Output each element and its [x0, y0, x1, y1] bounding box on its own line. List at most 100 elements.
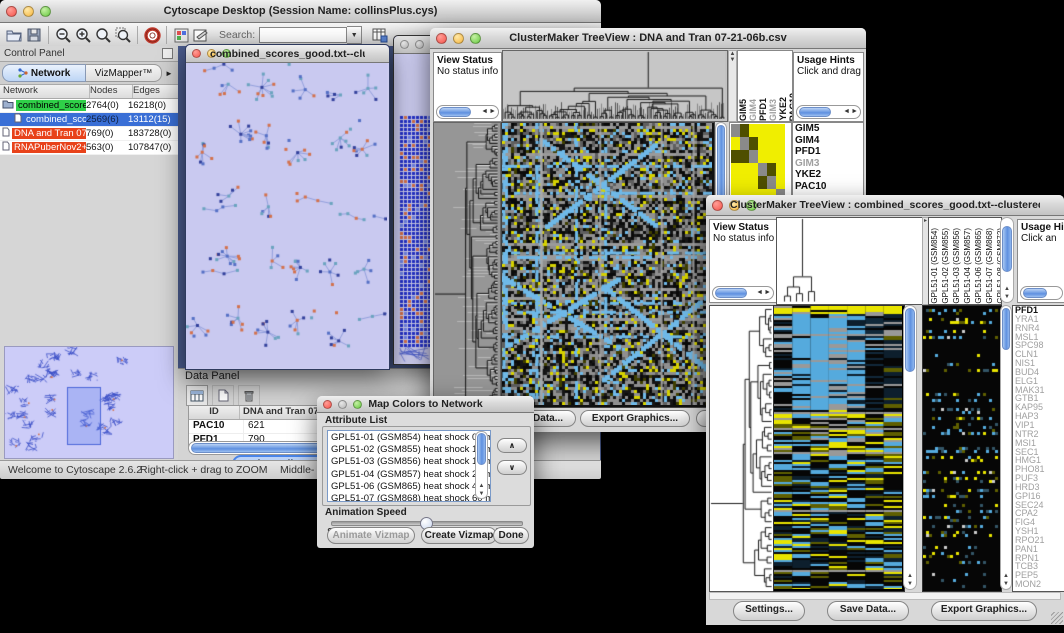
attribute-listbox[interactable]: GPL51-01 (GSM854) heat shock 05 minGPL51… — [327, 430, 491, 502]
delete-attribute-icon[interactable] — [238, 385, 260, 406]
zoom-fit-icon[interactable] — [93, 26, 113, 45]
tv2-heatmap-vscrollbar[interactable]: ▲ ▼ — [903, 305, 917, 590]
float-panel-icon[interactable] — [162, 48, 173, 59]
treeview1-titlebar[interactable]: ClusterMaker TreeView : DNA and Tran 07-… — [430, 28, 866, 49]
column-label[interactable]: GPL51-01 (GSM854) — [930, 228, 940, 304]
open-file-icon[interactable] — [4, 26, 24, 45]
annotation-icon[interactable] — [191, 26, 211, 45]
tv1-gene-dendrogram[interactable] — [434, 123, 498, 405]
column-label[interactable]: GPL51-07 (GSM868) — [985, 228, 995, 304]
close-icon[interactable] — [192, 49, 201, 58]
scroll-right-icon[interactable]: ► — [489, 108, 496, 115]
scroll-down-icon[interactable]: ▼ — [1003, 581, 1009, 587]
close-icon[interactable] — [6, 6, 17, 17]
tv1-label-scroll-strip[interactable]: ▲ ▼ — [728, 50, 737, 122]
column-label[interactable]: GPL51-04 (GSM857) — [963, 228, 973, 304]
close-icon[interactable] — [712, 200, 723, 211]
new-attribute-icon[interactable] — [212, 385, 234, 406]
scroll-left-icon[interactable]: ◄ — [843, 108, 850, 115]
tv2-status-scrollbar[interactable]: ◄► — [712, 286, 774, 300]
attribute-list-item[interactable]: GPL51-03 (GSM856) heat shock 15 min — [331, 456, 490, 468]
gene-label[interactable]: MON2 — [1013, 580, 1064, 589]
attribute-list-vscrollbar[interactable]: ▲ ▼ — [475, 431, 488, 499]
zoom-out-icon[interactable] — [53, 26, 73, 45]
settings-button[interactable]: Settings... — [733, 601, 805, 621]
scroll-right-icon[interactable]: ► — [851, 108, 858, 115]
column-label[interactable]: YKE2 — [779, 97, 788, 121]
animation-slider[interactable] — [331, 521, 523, 526]
attribute-list-item[interactable]: GPL51-01 (GSM854) heat shock 05 min — [331, 432, 490, 444]
help-lifebuoy-icon[interactable] — [142, 26, 162, 45]
search-dropdown-button[interactable]: ▼ — [347, 26, 362, 44]
tv1-column-dendrogram[interactable] — [503, 51, 725, 119]
network-list-row[interactable]: combined_sco2569(6)13112(15) — [0, 113, 178, 127]
close-icon[interactable] — [436, 33, 447, 44]
network-overview-canvas[interactable] — [5, 347, 173, 456]
export-graphics-button[interactable]: Export Graphics... — [931, 601, 1037, 621]
scroll-down-icon[interactable]: ▼ — [729, 57, 736, 63]
attribute-list-item[interactable]: GPL51-07 (GSM868) heat shock 60 min — [331, 493, 490, 502]
scroll-up-icon[interactable]: ▲ — [1003, 573, 1009, 579]
import-table-icon[interactable] — [370, 26, 390, 45]
column-label[interactable]: GIM3 — [769, 99, 778, 121]
tv2-genelist-vscrollbar[interactable]: ▲ ▼ — [1000, 305, 1012, 590]
tab-vizmapper[interactable]: VizMapper™ — [86, 64, 162, 82]
save-data-button[interactable]: Save Data... — [827, 601, 909, 621]
tv1-heatmap[interactable] — [502, 123, 712, 405]
search-input[interactable] — [259, 27, 347, 43]
dialog-titlebar[interactable]: Map Colors to Network — [317, 396, 534, 413]
tv2-gene-dendrogram[interactable] — [710, 306, 772, 589]
close-icon[interactable] — [400, 40, 409, 49]
gene-label[interactable]: GIM3 — [793, 158, 863, 170]
column-label[interactable]: GIM5 — [739, 99, 748, 121]
attribute-list-item[interactable]: GPL51-06 (GSM865) heat shock 40 min — [331, 481, 490, 493]
tv2-zoom-heatmap[interactable] — [923, 306, 999, 589]
gene-label[interactable]: PFD1 — [793, 146, 863, 158]
scroll-down-icon[interactable]: ▼ — [907, 581, 913, 587]
network1-titlebar[interactable]: combined_scores_good.txt--cluste... — [186, 45, 389, 63]
scroll-up-icon[interactable]: ▲ — [907, 573, 913, 579]
scroll-down-icon[interactable]: ▼ — [1004, 294, 1010, 300]
tv2-heatmap[interactable] — [774, 306, 902, 589]
attribute-list-item[interactable]: GPL51-04 (GSM857) heat shock 20 min — [331, 469, 490, 481]
network1-canvas[interactable] — [186, 63, 387, 368]
save-icon[interactable] — [24, 26, 44, 45]
attribute-down-button[interactable]: ∨ — [497, 460, 527, 475]
scroll-left-icon[interactable]: ◄ — [481, 108, 488, 115]
column-label[interactable]: PFD1 — [759, 98, 768, 121]
tv1-status-scrollbar[interactable]: ◄► — [436, 105, 499, 119]
column-label[interactable]: GPL51-06 (GSM865) — [974, 228, 984, 304]
attribute-select-icon[interactable] — [186, 385, 208, 406]
column-label[interactable]: GPL51-02 (GSM855) — [941, 228, 951, 304]
zoom-in-icon[interactable] — [73, 26, 93, 45]
tab-overflow-arrow[interactable]: ► — [162, 69, 176, 78]
network-list-row[interactable]: DNA and Tran 07769(0)183728(0) — [0, 127, 178, 141]
attribute-list-item[interactable]: GPL51-02 (GSM855) heat shock 10 min — [331, 444, 490, 456]
scroll-down-icon[interactable]: ▼ — [479, 491, 485, 497]
tv2-column-dendrogram[interactable] — [777, 218, 921, 302]
tv1-zoom-heatmap[interactable] — [731, 124, 785, 202]
gene-label[interactable]: YKE2 — [793, 169, 863, 181]
scroll-left-icon[interactable]: ◄ — [756, 289, 763, 296]
animate-vizmap-button[interactable]: Animate Vizmap — [327, 527, 415, 544]
network-list-row[interactable]: combined_scores2764(0)16218(0) — [0, 99, 178, 113]
gene-label[interactable]: GIM5 — [793, 123, 863, 135]
close-icon[interactable] — [323, 400, 332, 409]
column-label[interactable]: GIM4 — [749, 99, 758, 121]
gene-label[interactable]: PAC10 — [793, 181, 863, 193]
network-list-row[interactable]: RNAPuberNov2+563(0)107847(0) — [0, 141, 178, 155]
export-graphics-button[interactable]: Export Graphics... — [580, 410, 690, 427]
minimize-icon[interactable] — [415, 40, 424, 49]
scroll-up-icon[interactable]: ▲ — [1004, 286, 1010, 292]
zoom-selected-icon[interactable] — [113, 26, 133, 45]
attribute-up-button[interactable]: ∧ — [497, 438, 527, 453]
done-button[interactable]: Done — [493, 527, 529, 544]
tv1-usage-scrollbar[interactable]: ◄► — [796, 105, 861, 119]
scroll-right-icon[interactable]: ► — [764, 289, 771, 296]
gene-label[interactable]: GIM4 — [793, 135, 863, 147]
tv2-collabel-vscrollbar[interactable]: ▲ ▼ — [1000, 217, 1014, 303]
scroll-up-icon[interactable]: ▲ — [479, 483, 485, 489]
create-vizmap-button[interactable]: Create Vizmap — [421, 527, 497, 544]
tab-network[interactable]: Network — [2, 64, 86, 82]
network-overview-panel[interactable] — [4, 346, 174, 459]
